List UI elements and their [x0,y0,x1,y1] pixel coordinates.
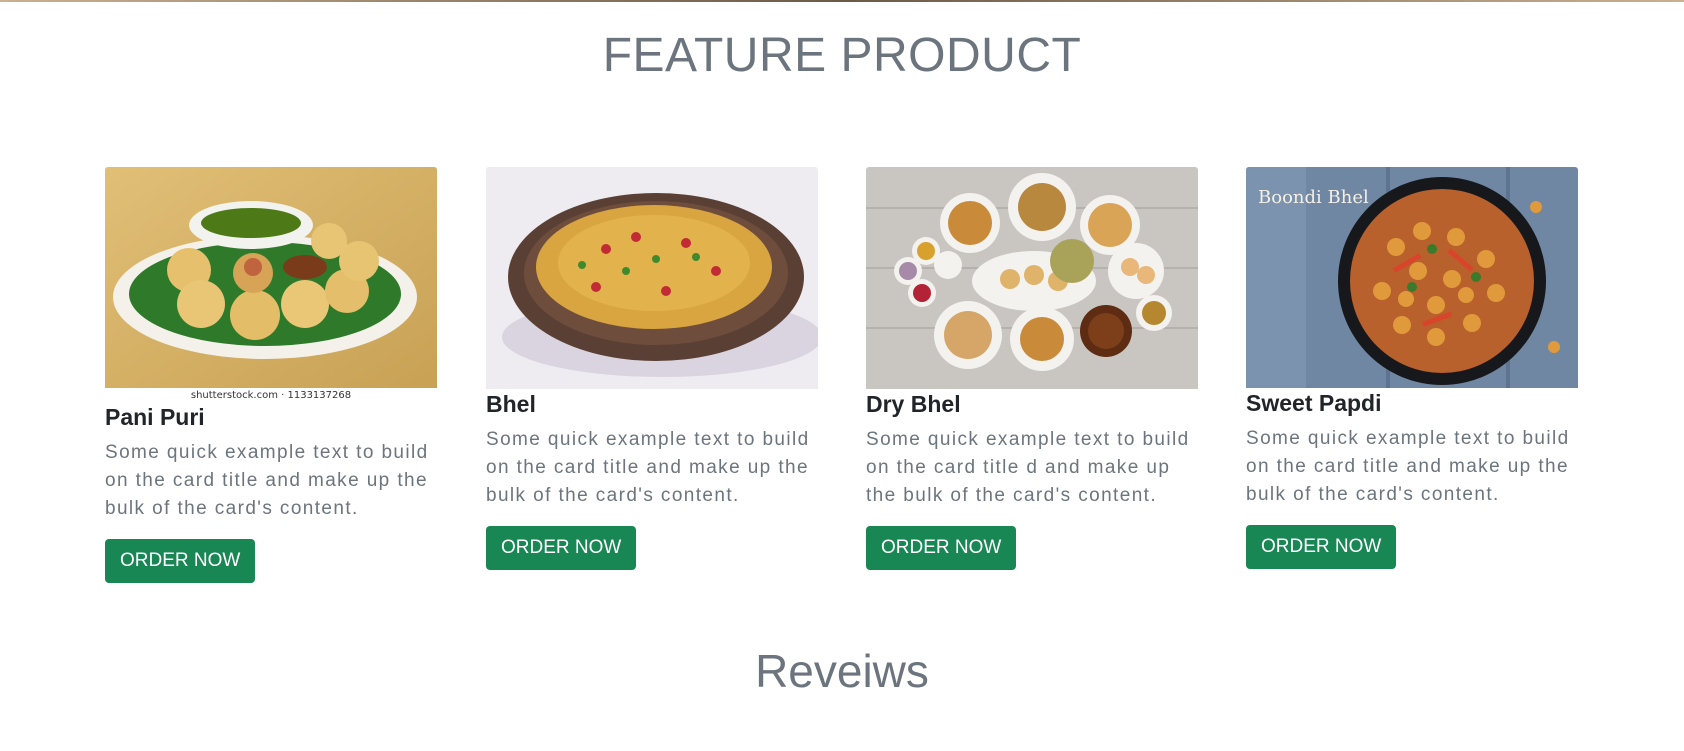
product-card-bhel: Bhel Some quick example text to build on… [486,167,818,570]
sweet-papdi-image: Boondi Bhel [1246,167,1578,388]
product-title: Sweet Papdi [1246,390,1382,416]
product-description: Some quick example text to build on the … [105,442,429,519]
order-now-button[interactable]: ORDER NOW [105,539,256,583]
product-title: Bhel [486,391,536,417]
product-title: Pani Puri [105,404,205,430]
order-now-button[interactable]: ORDER NOW [486,526,637,570]
dry-bhel-image [866,167,1198,389]
product-title: Dry Bhel [866,391,961,417]
product-card-sweet-papdi: Boondi Bhel Sweet Papdi Some quick examp… [1246,167,1578,569]
product-card-pani-puri: shutterstock.com · 1133137268 Pani Puri … [105,167,437,583]
order-now-button[interactable]: ORDER NOW [866,526,1017,570]
product-description: Some quick example text to build on the … [1246,428,1570,505]
pani-puri-image [105,167,437,388]
product-card-dry-bhel: Dry Bhel Some quick example text to buil… [866,167,1198,570]
feature-product-heading: FEATURE PRODUCT [602,29,1082,82]
product-description: Some quick example text to build on the … [866,429,1190,506]
image-caption: Boondi Bhel [1258,187,1369,208]
reviews-heading: Reveiws [755,645,929,697]
image-watermark: shutterstock.com · 1133137268 [105,388,437,404]
product-description: Some quick example text to build on the … [486,429,810,506]
bhel-image [486,167,818,389]
order-now-button[interactable]: ORDER NOW [1246,525,1397,569]
top-divider [0,0,1684,2]
